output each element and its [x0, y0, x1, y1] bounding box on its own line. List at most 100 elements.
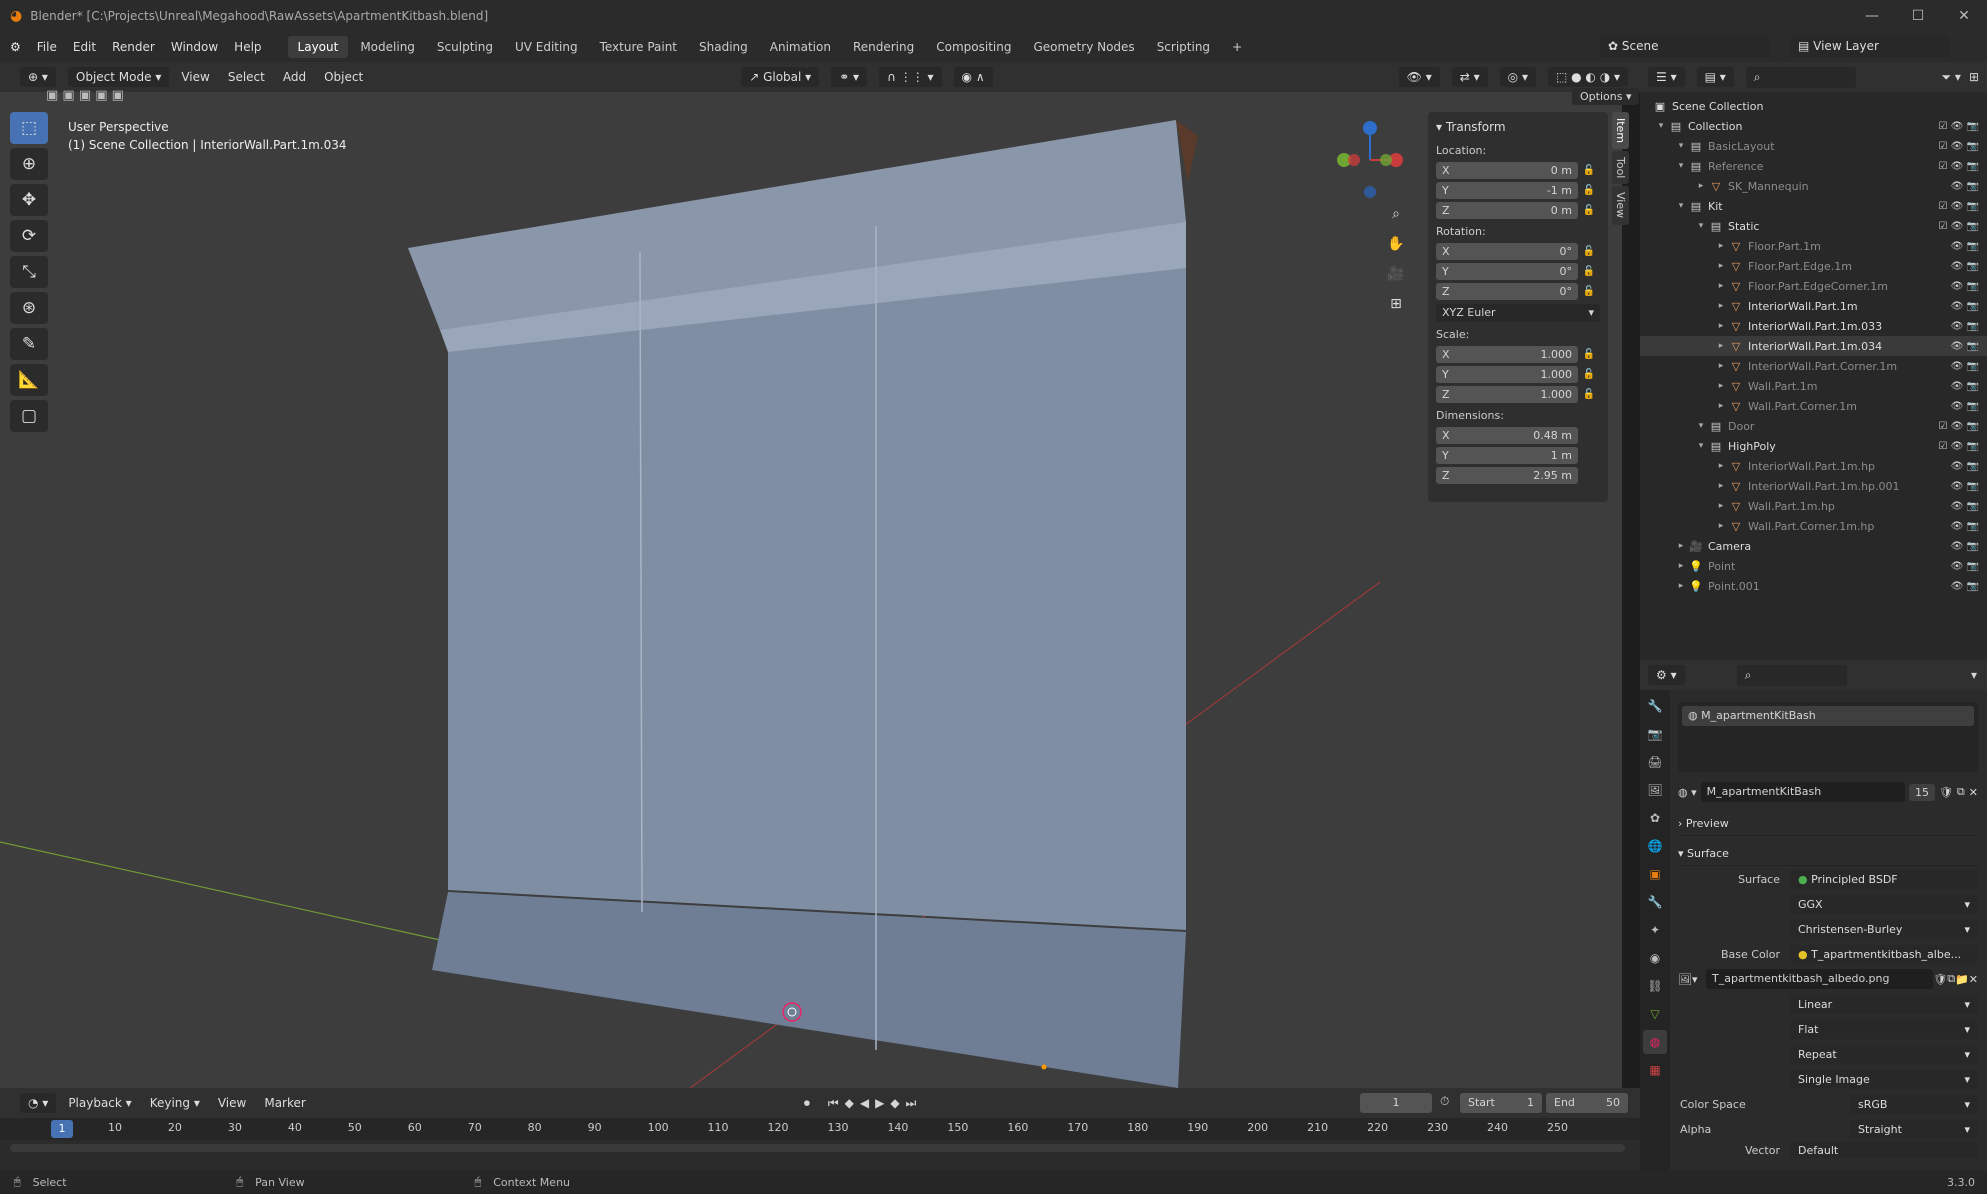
rotation-x-field[interactable]: X 0° [1436, 242, 1578, 260]
expand-toggle-icon[interactable]: ▸ [1714, 381, 1728, 391]
scene-selector[interactable]: ✿ Scene [1600, 36, 1770, 58]
expand-toggle-icon[interactable]: ▾ [1694, 221, 1708, 231]
menu-select[interactable]: Select [228, 70, 265, 84]
particles-icon[interactable]: ✦ [1643, 918, 1667, 942]
tab-item[interactable]: Item [1612, 112, 1629, 150]
material-slot-list[interactable]: ◍ M_apartmentKitBash [1678, 702, 1978, 772]
row-toggles[interactable]: 👁 📷 [1951, 321, 1979, 332]
mesh-data-icon[interactable]: ▽ [1643, 1002, 1667, 1026]
filter-icon[interactable]: ⏷ ▾ [1941, 70, 1960, 85]
alpha-dropdown[interactable]: Straight ▾ [1850, 1119, 1978, 1139]
expand-toggle-icon[interactable]: ▸ [1714, 321, 1728, 331]
move-tool[interactable]: ✥ [10, 184, 48, 216]
fake-user-icon[interactable]: 🛡 [1939, 786, 1953, 799]
expand-toggle-icon[interactable]: ▸ [1714, 361, 1728, 371]
image-setting-dropdown[interactable]: Flat ▾ [1790, 1019, 1978, 1039]
output-properties-icon[interactable]: 🖨 [1643, 750, 1667, 774]
editor-type-button[interactable]: ⊕ ▾ [20, 67, 56, 87]
tab-uv-editing[interactable]: UV Editing [505, 36, 588, 58]
current-frame-marker[interactable]: 1 [51, 1120, 73, 1138]
expand-toggle-icon[interactable]: ▾ [1694, 441, 1708, 451]
expand-toggle-icon[interactable]: ▸ [1714, 501, 1728, 511]
measure-tool[interactable]: 📐 [10, 364, 48, 396]
expand-toggle-icon[interactable]: ▸ [1714, 241, 1728, 251]
row-toggles[interactable]: 👁 📷 [1951, 261, 1979, 272]
lock-icon[interactable]: 🔓 [1578, 349, 1600, 360]
outliner-row[interactable]: ▾ ▤ Door ☑ 👁 📷 [1640, 416, 1987, 436]
outliner-row[interactable]: ▸ ▽ Wall.Part.1m 👁 📷 [1640, 376, 1987, 396]
row-toggles[interactable]: 👁 📷 [1951, 521, 1979, 532]
tab-modeling[interactable]: Modeling [350, 36, 425, 58]
constraints-icon[interactable]: ⛓ [1643, 974, 1667, 998]
outliner-row[interactable]: ▸ ▽ Wall.Part.Corner.1m 👁 📷 [1640, 396, 1987, 416]
row-toggles[interactable]: 👁 📷 [1951, 381, 1979, 392]
expand-toggle-icon[interactable]: ▾ [1674, 201, 1688, 211]
properties-search-input[interactable]: ⌕ [1736, 664, 1847, 686]
location-x-field[interactable]: X 0 m [1436, 161, 1578, 179]
outliner-row[interactable]: ▸ ▽ InteriorWall.Part.1m.033 👁 📷 [1640, 316, 1987, 336]
tab-view[interactable]: View [1612, 186, 1629, 225]
menu-add[interactable]: Add [283, 70, 306, 84]
vector-field[interactable]: Default [1790, 1142, 1978, 1158]
expand-toggle-icon[interactable]: ▾ [1674, 161, 1688, 171]
image-duplicate-icon[interactable]: ⧉ [1947, 972, 1955, 986]
surface-row-value[interactable]: ● T_apartmentkitbash_albe... [1790, 944, 1978, 964]
surface-row-value[interactable]: Christensen-Burley ▾ [1790, 919, 1978, 939]
outliner-row[interactable]: ▸ ▽ SK_Mannequin 👁 📷 [1640, 176, 1987, 196]
expand-toggle-icon[interactable]: ▸ [1714, 281, 1728, 291]
outliner-row[interactable]: ▸ ▽ Wall.Part.Corner.1m.hp 👁 📷 [1640, 516, 1987, 536]
tab-texture-paint[interactable]: Texture Paint [590, 36, 687, 58]
playback-controls[interactable]: ⏮◆◀▶◆⏭ [828, 1096, 923, 1111]
menu-edit[interactable]: Edit [73, 40, 96, 54]
end-frame-field[interactable]: End 50 [1546, 1093, 1628, 1113]
outliner-row[interactable]: ▸ 💡 Point.001 👁 📷 [1640, 576, 1987, 596]
scene-properties-icon[interactable]: ✿ [1643, 806, 1667, 830]
row-toggles[interactable]: 👁 📷 [1951, 581, 1979, 592]
render-properties-icon[interactable]: 📷 [1643, 722, 1667, 746]
lock-icon[interactable]: 🔓 [1578, 389, 1600, 400]
record-icon[interactable]: ⏺ [804, 1096, 810, 1111]
unlink-icon[interactable]: ✕ [1969, 786, 1978, 799]
row-toggles[interactable]: 👁 📷 [1951, 561, 1979, 572]
outliner-row[interactable]: ▾ ▤ HighPoly ☑ 👁 📷 [1640, 436, 1987, 456]
image-fake-user-icon[interactable]: 🛡 [1933, 973, 1947, 986]
dimensions-x-field[interactable]: X 0.48 m [1436, 426, 1578, 444]
scale-z-field[interactable]: Z 1.000 [1436, 385, 1578, 403]
texture-properties-icon[interactable]: ▦ [1643, 1058, 1667, 1082]
outliner-row[interactable]: ▸ ▽ Floor.Part.Edge.1m 👁 📷 [1640, 256, 1987, 276]
image-setting-dropdown[interactable]: Single Image ▾ [1790, 1069, 1978, 1089]
shading-modes-icon[interactable]: ⬚ ● ◐ ◑ ▾ [1547, 67, 1628, 87]
properties-options-icon[interactable]: ▾ [1971, 668, 1977, 682]
blender-menu-icon[interactable]: ⚙ [10, 40, 21, 54]
preview-section[interactable]: › Preview [1678, 812, 1978, 836]
marker-menu[interactable]: Marker [264, 1096, 305, 1110]
outliner-editor-type-icon[interactable]: ☰ ▾ [1648, 67, 1685, 87]
tool-properties-icon[interactable]: 🔧 [1643, 694, 1667, 718]
start-frame-field[interactable]: Start 1 [1460, 1093, 1542, 1113]
outliner-row[interactable]: ▾ ▤ BasicLayout ☑ 👁 📷 [1640, 136, 1987, 156]
outliner-row[interactable]: ▸ 💡 Point 👁 📷 [1640, 556, 1987, 576]
tab-sculpting[interactable]: Sculpting [427, 36, 503, 58]
image-setting-dropdown[interactable]: Repeat ▾ [1790, 1044, 1978, 1064]
material-browse-icon[interactable]: ◍ ▾ [1678, 786, 1697, 799]
expand-toggle-icon[interactable]: ▸ [1714, 301, 1728, 311]
outliner-row[interactable]: ▸ ▽ Floor.Part.1m 👁 📷 [1640, 236, 1987, 256]
outliner-row[interactable]: ▸ ▽ InteriorWall.Part.1m.hp.001 👁 📷 [1640, 476, 1987, 496]
outliner-row[interactable]: ▸ 🎥 Camera 👁 📷 [1640, 536, 1987, 556]
location-y-field[interactable]: Y -1 m [1436, 181, 1578, 199]
zoom-icon[interactable]: ⌕ [1382, 200, 1410, 228]
material-properties-icon[interactable]: ◍ [1643, 1030, 1667, 1054]
view-layer-selector[interactable]: ▤ View Layer [1790, 36, 1950, 58]
expand-toggle-icon[interactable]: ▸ [1694, 181, 1708, 191]
grid-ortho-icon[interactable]: ⊞ [1382, 290, 1410, 318]
transform-tool[interactable]: ⊛ [10, 292, 48, 324]
expand-toggle-icon[interactable]: ▸ [1674, 581, 1688, 591]
material-slot-item[interactable]: ◍ M_apartmentKitBash [1682, 706, 1974, 726]
expand-toggle-icon[interactable]: ▸ [1714, 401, 1728, 411]
image-name-field[interactable]: T_apartmentkitbash_albedo.png [1706, 969, 1934, 989]
menu-window[interactable]: Window [171, 40, 218, 54]
rotation-mode-dropdown[interactable]: XYZ Euler ▾ [1436, 304, 1600, 322]
user-count[interactable]: 15 [1908, 783, 1935, 801]
surface-row-value[interactable]: GGX ▾ [1790, 894, 1978, 914]
color-space-dropdown[interactable]: sRGB ▾ [1850, 1094, 1978, 1114]
